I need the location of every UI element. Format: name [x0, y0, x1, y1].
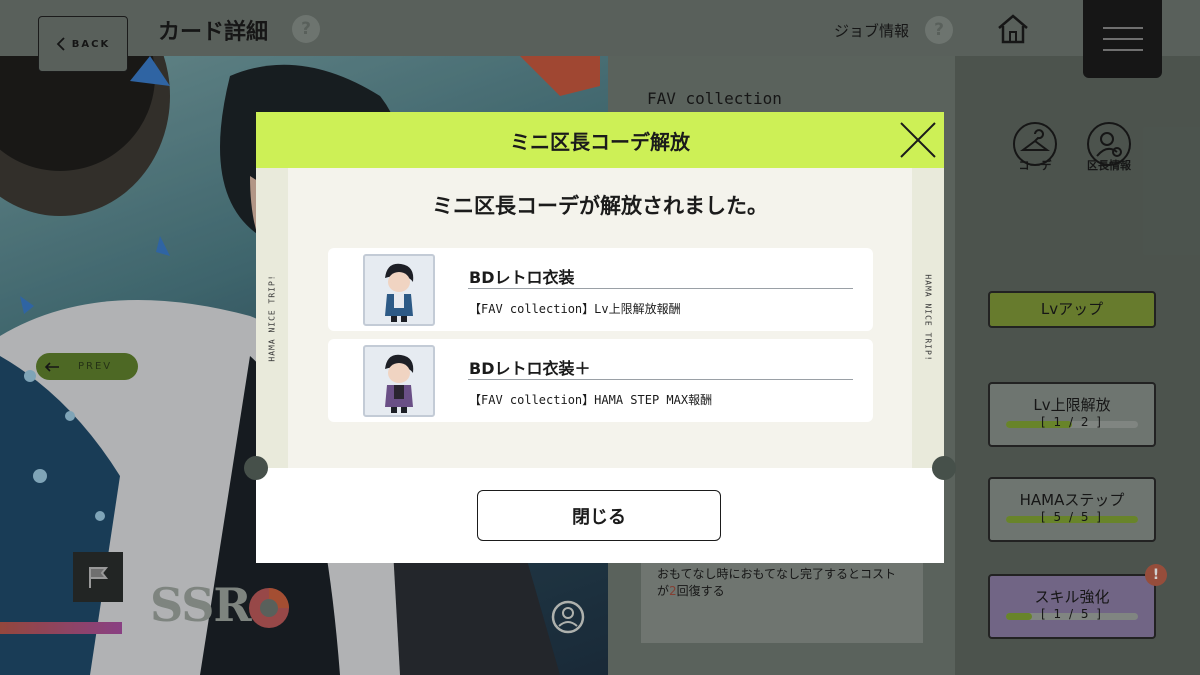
modal-header: ミニ区長コーデ解放 — [256, 112, 944, 168]
reward-source: 【FAV collection】HAMA STEP MAX報酬 — [469, 393, 713, 407]
ticket-notch — [932, 456, 956, 480]
divider — [468, 379, 853, 380]
side-text: HAMA NICE TRIP! — [923, 274, 933, 362]
close-icon[interactable] — [898, 120, 938, 160]
divider — [468, 288, 853, 289]
reward-source: 【FAV collection】Lv上限解放報酬 — [469, 302, 681, 316]
outfit-thumbnail — [363, 345, 435, 417]
reward-name: BDレトロ衣装＋ — [469, 359, 591, 378]
reward-name: BDレトロ衣装 — [469, 268, 575, 287]
modal-title: ミニ区長コーデ解放 — [510, 129, 690, 154]
outfit-thumbnail — [363, 254, 435, 326]
unlock-message: ミニ区長コーデが解放されました。 — [432, 194, 768, 218]
reward-item: BDレトロ衣装＋ 【FAV collection】HAMA STEP MAX報酬 — [328, 339, 873, 422]
unlock-modal: ミニ区長コーデ解放 HAMA NICE TRIP! HAMA NICE TRIP… — [244, 112, 956, 563]
ticket-notch — [244, 456, 268, 480]
close-button[interactable]: 閉じる — [477, 490, 721, 541]
ticket-side-strip: HAMA NICE TRIP! — [912, 168, 944, 468]
modal-body: ミニ区長コーデが解放されました。 BDレトロ衣装 【FAV collection… — [288, 168, 912, 468]
reward-item: BDレトロ衣装 【FAV collection】Lv上限解放報酬 — [328, 248, 873, 331]
ticket-side-strip: HAMA NICE TRIP! — [256, 168, 288, 468]
side-text: HAMA NICE TRIP! — [267, 274, 277, 362]
